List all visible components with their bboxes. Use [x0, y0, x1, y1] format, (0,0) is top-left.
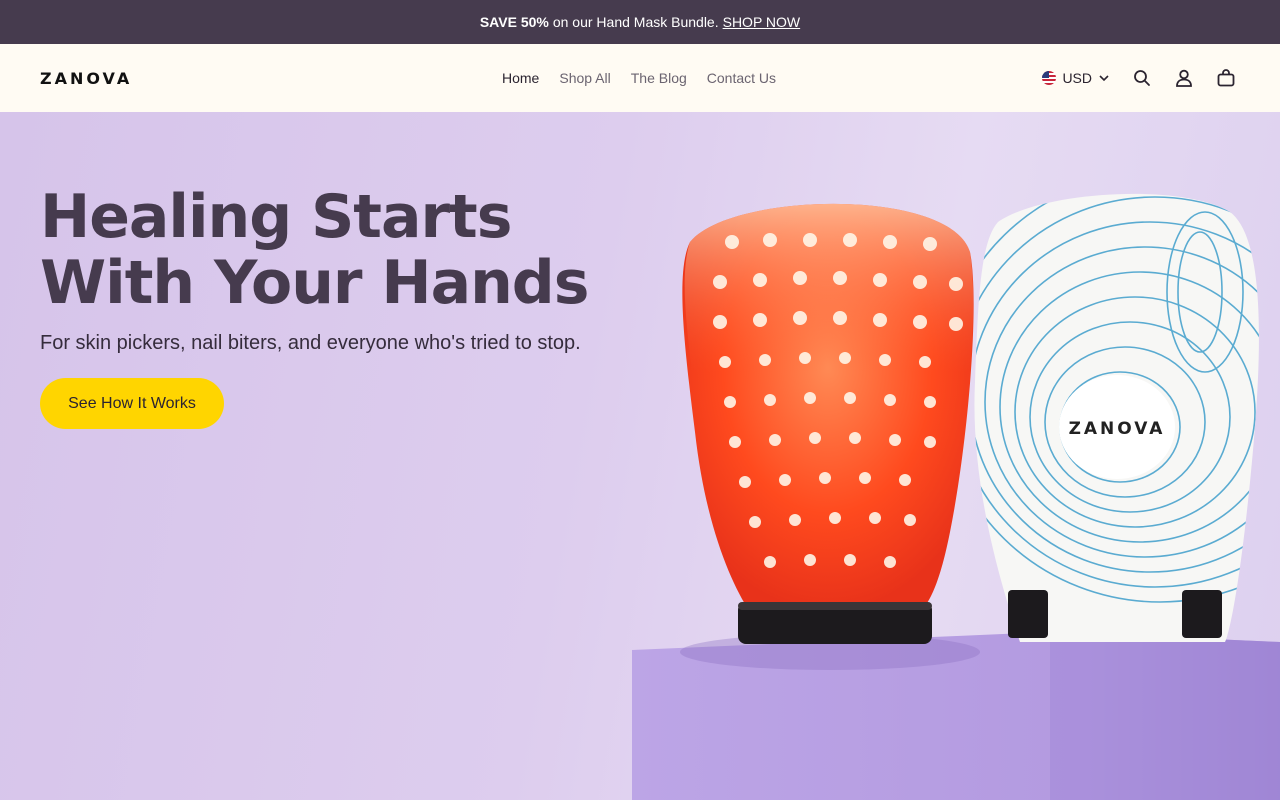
brand-logo[interactable]: ZANOVA	[40, 69, 240, 88]
account-icon	[1176, 69, 1192, 87]
flag-us-icon	[1042, 71, 1057, 85]
hand-mask-product-image: ZANOVA	[632, 193, 1280, 800]
hero-section: Healing Starts With Your Hands For skin …	[0, 112, 1280, 800]
main-nav: Home Shop All The Blog Contact Us	[502, 44, 776, 112]
cart-icon	[1217, 69, 1235, 87]
currency-selector[interactable]: USD	[1042, 70, 1110, 86]
header-utilities: USD	[1042, 44, 1236, 112]
search-icon	[1134, 70, 1150, 86]
currency-label: USD	[1062, 70, 1092, 86]
hero-title-line1: Healing Starts	[40, 182, 512, 252]
nav-the-blog[interactable]: The Blog	[631, 70, 687, 86]
announcement-highlight: SAVE 50%	[479, 14, 549, 30]
site-header: ZANOVA Home Shop All The Blog Contact Us…	[0, 44, 1280, 112]
nav-home[interactable]: Home	[502, 70, 539, 86]
chevron-down-icon	[1099, 75, 1109, 82]
nav-contact-us[interactable]: Contact Us	[707, 70, 776, 86]
hero-subtitle: For skin pickers, nail biters, and every…	[40, 332, 581, 354]
search-button[interactable]	[1132, 68, 1152, 88]
product-logo-text: ZANOVA	[1069, 419, 1166, 439]
nav-shop-all[interactable]: Shop All	[559, 70, 610, 86]
announcement-text: on our Hand Mask Bundle.	[552, 14, 719, 30]
cart-button[interactable]	[1216, 68, 1236, 88]
see-how-it-works-button[interactable]: See How It Works	[40, 378, 224, 429]
hero-title-line2: With Your Hands	[40, 248, 589, 318]
announcement-bar: SAVE 50% on our Hand Mask Bundle. SHOP N…	[0, 0, 1280, 44]
shop-now-link[interactable]: SHOP NOW	[723, 14, 801, 30]
account-button[interactable]	[1174, 68, 1194, 88]
hero-title: Healing Starts With Your Hands	[40, 184, 640, 316]
